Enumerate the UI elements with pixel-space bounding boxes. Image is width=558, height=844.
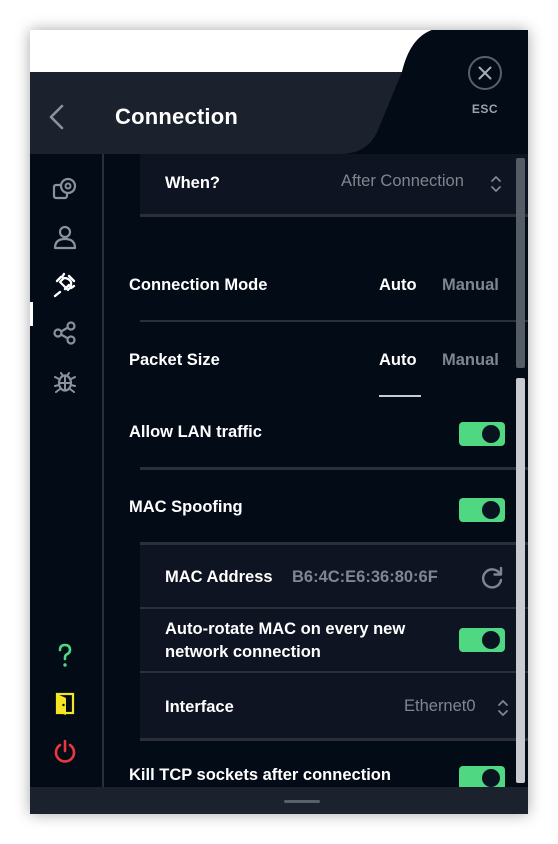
updown-chevron-icon xyxy=(498,700,508,716)
help-button[interactable] xyxy=(50,641,80,671)
divider xyxy=(140,738,528,741)
auto-rotate-label-line1: Auto-rotate MAC on every new xyxy=(165,620,406,638)
resize-grip[interactable] xyxy=(284,800,320,803)
when-label: When? xyxy=(165,174,220,192)
packet-size-selected-underline xyxy=(379,395,421,397)
mac-spoofing-label: MAC Spoofing xyxy=(129,498,243,516)
toggle-knob xyxy=(482,425,500,443)
divider xyxy=(140,214,528,217)
interface-row[interactable]: Interface Ethernet0 xyxy=(140,673,528,738)
power-button[interactable] xyxy=(50,737,80,767)
allow-lan-label: Allow LAN traffic xyxy=(129,423,262,441)
power-icon xyxy=(54,739,76,763)
back-button[interactable] xyxy=(44,102,70,132)
esc-label: ESC xyxy=(471,102,499,116)
mac-address-row: MAC Address B6:4C:E6:36:80:6F xyxy=(140,545,528,607)
updown-chevron-icon xyxy=(491,176,501,192)
scrollbar-thumb[interactable] xyxy=(516,378,525,783)
divider xyxy=(140,467,528,470)
packet-size-label: Packet Size xyxy=(129,351,220,369)
toggle-knob xyxy=(482,631,500,649)
scrollbar-track-upper xyxy=(516,158,525,368)
toggle-knob xyxy=(482,501,500,519)
when-value: After Connection xyxy=(341,172,464,190)
auto-rotate-label: Auto-rotate MAC on every new network con… xyxy=(165,618,405,664)
exit-door-icon xyxy=(55,692,75,715)
bottom-bar xyxy=(30,787,528,814)
exit-button[interactable] xyxy=(50,689,80,719)
packet-size-auto[interactable]: Auto xyxy=(379,351,417,370)
help-icon xyxy=(58,643,72,667)
mac-address-value: B6:4C:E6:36:80:6F xyxy=(292,568,438,586)
refresh-icon[interactable] xyxy=(479,565,505,591)
page-title: Connection xyxy=(115,104,238,129)
share-icon xyxy=(53,321,76,345)
settings-list: When? After Connection Connection Mode A… xyxy=(104,154,528,787)
sidebar-item-account[interactable] xyxy=(50,222,80,252)
mac-address-label: MAC Address xyxy=(165,568,273,586)
when-row[interactable]: When? After Connection xyxy=(140,154,528,214)
sidebar-item-share[interactable] xyxy=(50,318,80,348)
bug-icon xyxy=(54,372,76,393)
connection-mode-auto[interactable]: Auto xyxy=(379,276,417,295)
packet-size-manual[interactable]: Manual xyxy=(442,351,499,370)
close-button[interactable] xyxy=(467,55,503,91)
auto-rotate-row: Auto-rotate MAC on every new network con… xyxy=(140,609,528,671)
connection-mode-manual[interactable]: Manual xyxy=(442,276,499,295)
divider xyxy=(140,320,528,322)
sidebar-item-servers[interactable] xyxy=(50,174,80,204)
header-tab-shape xyxy=(30,30,528,154)
sidebar-item-debug[interactable] xyxy=(50,366,80,396)
sidebar xyxy=(30,154,104,787)
auto-rotate-toggle[interactable] xyxy=(459,628,505,652)
allow-lan-toggle[interactable] xyxy=(459,422,505,446)
kill-tcp-label: Kill TCP sockets after connection xyxy=(129,766,391,784)
close-icon xyxy=(468,56,502,90)
kill-tcp-toggle[interactable] xyxy=(459,766,505,787)
active-indicator xyxy=(30,302,33,326)
servers-icon xyxy=(52,177,77,200)
mac-spoofing-toggle[interactable] xyxy=(459,498,505,522)
toggle-knob xyxy=(482,769,500,787)
auto-rotate-label-line2: network connection xyxy=(165,643,321,661)
chevron-left-icon xyxy=(49,104,64,130)
settings-window: Connection ESC When? After Connection Co… xyxy=(30,30,528,814)
interface-value: Ethernet0 xyxy=(404,697,476,715)
account-icon xyxy=(53,225,77,250)
interface-label: Interface xyxy=(165,698,234,716)
connection-mode-label-text: Connection Mode xyxy=(129,276,268,294)
plug-icon xyxy=(53,272,76,298)
sidebar-item-connection[interactable] xyxy=(50,270,80,300)
